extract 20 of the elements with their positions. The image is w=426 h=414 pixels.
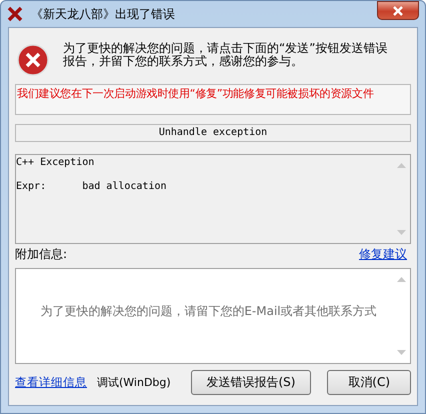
send-report-button[interactable]: 发送错误报告(S) <box>190 370 312 395</box>
debug-label: 调试(WinDbg) <box>97 375 171 390</box>
details-line: Expr: bad allocation <box>16 181 168 193</box>
window-title: 《新天龙八部》出现了错误 <box>31 6 175 22</box>
close-button[interactable] <box>377 1 419 20</box>
view-details-link[interactable]: 查看详细信息 <box>15 375 87 390</box>
repair-link[interactable]: 修复建议 <box>359 246 407 262</box>
cancel-button[interactable]: 取消(C) <box>327 370 411 395</box>
scroll-down-icon[interactable] <box>397 230 406 235</box>
additional-info-label: 附加信息: <box>15 246 68 262</box>
cross-icon <box>7 6 23 22</box>
exception-title: Unhandle exception <box>15 124 411 142</box>
error-message: 为了更快的解决您的问题，请点击下面的“发送”按钮发送错误报告，并留下您的联系方式，感谢您的参与。 <box>63 40 388 68</box>
scroll-up-icon[interactable] <box>397 277 406 282</box>
error-icon <box>17 44 49 76</box>
details-line: C++ Exception <box>16 157 96 169</box>
repair-notice: 我们建议您在下一次启动游戏时使用“修复”功能修复可能被损坏的资源文件 <box>15 84 411 115</box>
close-icon <box>392 6 404 16</box>
scroll-down-icon[interactable] <box>397 350 406 355</box>
scroll-up-icon[interactable] <box>397 163 406 168</box>
